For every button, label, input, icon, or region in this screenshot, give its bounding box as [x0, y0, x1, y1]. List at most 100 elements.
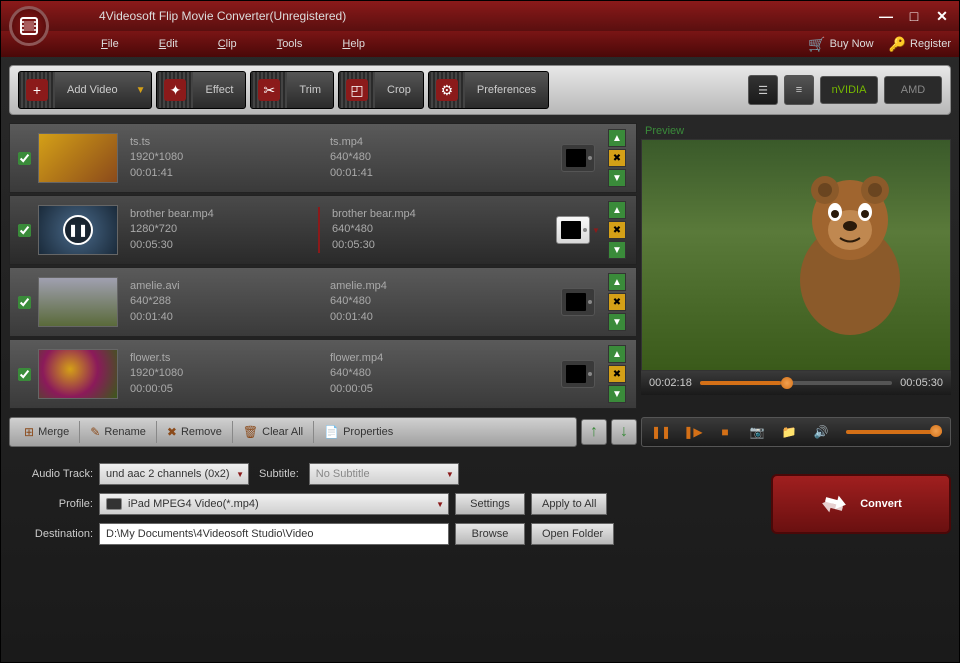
properties-button[interactable]: 📄Properties [314, 421, 403, 443]
list-view-button[interactable]: ☰ [748, 75, 778, 105]
source-filename: ts.ts [130, 135, 318, 150]
source-filename: brother bear.mp4 [130, 207, 318, 222]
output-device[interactable] [548, 360, 608, 388]
output-device[interactable] [548, 144, 608, 172]
row-remove-button[interactable]: ✖ [608, 221, 626, 239]
file-thumbnail[interactable] [38, 277, 118, 327]
output-resolution: 640*480 [332, 222, 518, 237]
app-logo [9, 6, 49, 46]
file-thumbnail[interactable] [38, 349, 118, 399]
preview-viewport[interactable] [641, 139, 951, 371]
destination-input[interactable]: D:\My Documents\4Videosoft Studio\Video [99, 523, 449, 545]
row-down-button[interactable]: ▼ [608, 385, 626, 403]
chevron-down-icon: ▼ [236, 470, 244, 479]
menu-file[interactable]: File [81, 38, 139, 50]
file-checkbox[interactable] [18, 296, 31, 309]
rename-button[interactable]: ✎Rename [80, 421, 157, 443]
chevron-down-icon: ▼ [436, 500, 444, 509]
row-up-button[interactable]: ▲ [608, 273, 626, 291]
convert-button[interactable]: Convert [771, 474, 951, 534]
add-video-button[interactable]: + Add Video ▼ [18, 71, 152, 109]
row-up-button[interactable]: ▲ [608, 129, 626, 147]
stop-button[interactable]: ■ [714, 421, 736, 443]
move-down-button[interactable]: ↓ [611, 419, 637, 445]
crop-button[interactable]: ◰ Crop [338, 71, 424, 109]
ipad-icon [561, 288, 595, 316]
row-remove-button[interactable]: ✖ [608, 293, 626, 311]
remove-button[interactable]: ✖Remove [157, 421, 233, 443]
close-button[interactable]: ✕ [933, 7, 951, 25]
output-duration: 00:00:05 [330, 382, 518, 397]
snapshot-folder-button[interactable]: 📁 [778, 421, 800, 443]
file-source-info: flower.ts 1920*1080 00:00:05 [118, 351, 318, 397]
pause-button[interactable]: ❚❚ [650, 421, 672, 443]
file-output-info: amelie.mp4 640*480 00:01:40 [318, 279, 518, 325]
profile-combo[interactable]: iPad MPEG4 Video(*.mp4)▼ [99, 493, 449, 515]
effect-button[interactable]: ✦ Effect [156, 71, 246, 109]
row-down-button[interactable]: ▼ [608, 313, 626, 331]
detail-view-button[interactable]: ≡ [784, 75, 814, 105]
row-down-button[interactable]: ▼ [608, 241, 626, 259]
clear-all-button[interactable]: 🗑Clear All [233, 421, 314, 443]
menu-help[interactable]: Help [322, 38, 385, 50]
buy-now-link[interactable]: 🛒 Buy Now [808, 36, 873, 53]
seek-thumb[interactable] [781, 377, 793, 389]
source-filename: amelie.avi [130, 279, 318, 294]
settings-panel: Audio Track: und aac 2 channels (0x2)▼ S… [9, 463, 761, 545]
ipad-icon [561, 144, 595, 172]
row-up-button[interactable]: ▲ [608, 201, 626, 219]
maximize-button[interactable]: □ [905, 7, 923, 25]
row-up-button[interactable]: ▲ [608, 345, 626, 363]
snapshot-button[interactable]: 📷 [746, 421, 768, 443]
step-button[interactable]: ❚▶ [682, 421, 704, 443]
output-device[interactable] [548, 288, 608, 316]
subtitle-combo[interactable]: No Subtitle▼ [309, 463, 459, 485]
open-folder-button[interactable]: Open Folder [531, 523, 614, 545]
menu-edit[interactable]: Edit [139, 38, 198, 50]
properties-icon: 📄 [324, 425, 339, 439]
settings-button[interactable]: Settings [455, 493, 525, 515]
minimize-button[interactable]: — [877, 7, 895, 25]
file-thumbnail[interactable] [38, 133, 118, 183]
register-link[interactable]: 🔑 Register [889, 36, 951, 53]
row-remove-button[interactable]: ✖ [608, 365, 626, 383]
seek-slider[interactable] [700, 381, 892, 385]
file-thumbnail[interactable]: ❚❚ [38, 205, 118, 255]
volume-thumb[interactable] [930, 425, 942, 437]
add-video-label: Add Video [55, 84, 130, 96]
player-controls: ❚❚ ❚▶ ■ 📷 📁 🔊 [641, 417, 951, 447]
file-checkbox[interactable] [18, 152, 31, 165]
output-device[interactable]: ▼ [548, 216, 608, 244]
file-row[interactable]: amelie.avi 640*288 00:01:40 amelie.mp4 6… [9, 267, 637, 337]
menu-clip[interactable]: Clip [198, 38, 257, 50]
apply-to-all-button[interactable]: Apply to All [531, 493, 607, 515]
move-up-button[interactable]: ↑ [581, 419, 607, 445]
preview-label: Preview [641, 123, 951, 139]
output-resolution: 640*480 [330, 294, 518, 309]
file-checkbox[interactable] [18, 224, 31, 237]
merge-button[interactable]: ⊞Merge [14, 421, 80, 443]
output-duration: 00:05:30 [332, 238, 518, 253]
trim-button[interactable]: ✂ Trim [250, 71, 334, 109]
file-row[interactable]: ts.ts 1920*1080 00:01:41 ts.mp4 640*480 … [9, 123, 637, 193]
source-duration: 00:05:30 [130, 238, 318, 253]
browse-button[interactable]: Browse [455, 523, 525, 545]
output-filename: ts.mp4 [330, 135, 518, 150]
effect-label: Effect [193, 84, 245, 96]
chevron-down-icon[interactable]: ▼ [130, 85, 152, 96]
source-resolution: 640*288 [130, 294, 318, 309]
chevron-down-icon[interactable]: ▼ [592, 226, 600, 235]
file-checkbox[interactable] [18, 368, 31, 381]
subtitle-label: Subtitle: [255, 468, 303, 480]
volume-slider[interactable] [846, 430, 942, 434]
preferences-button[interactable]: ⚙ Preferences [428, 71, 549, 109]
row-down-button[interactable]: ▼ [608, 169, 626, 187]
titlebar: 4Videosoft Flip Movie Converter(Unregist… [1, 1, 959, 31]
file-checkbox-wrap [10, 224, 38, 237]
file-row[interactable]: ❚❚ brother bear.mp4 1280*720 00:05:30 br… [9, 195, 637, 265]
menu-tools[interactable]: Tools [257, 38, 323, 50]
audio-track-combo[interactable]: und aac 2 channels (0x2)▼ [99, 463, 249, 485]
amd-badge: AMD [884, 76, 942, 104]
file-row[interactable]: flower.ts 1920*1080 00:00:05 flower.mp4 … [9, 339, 637, 409]
row-remove-button[interactable]: ✖ [608, 149, 626, 167]
